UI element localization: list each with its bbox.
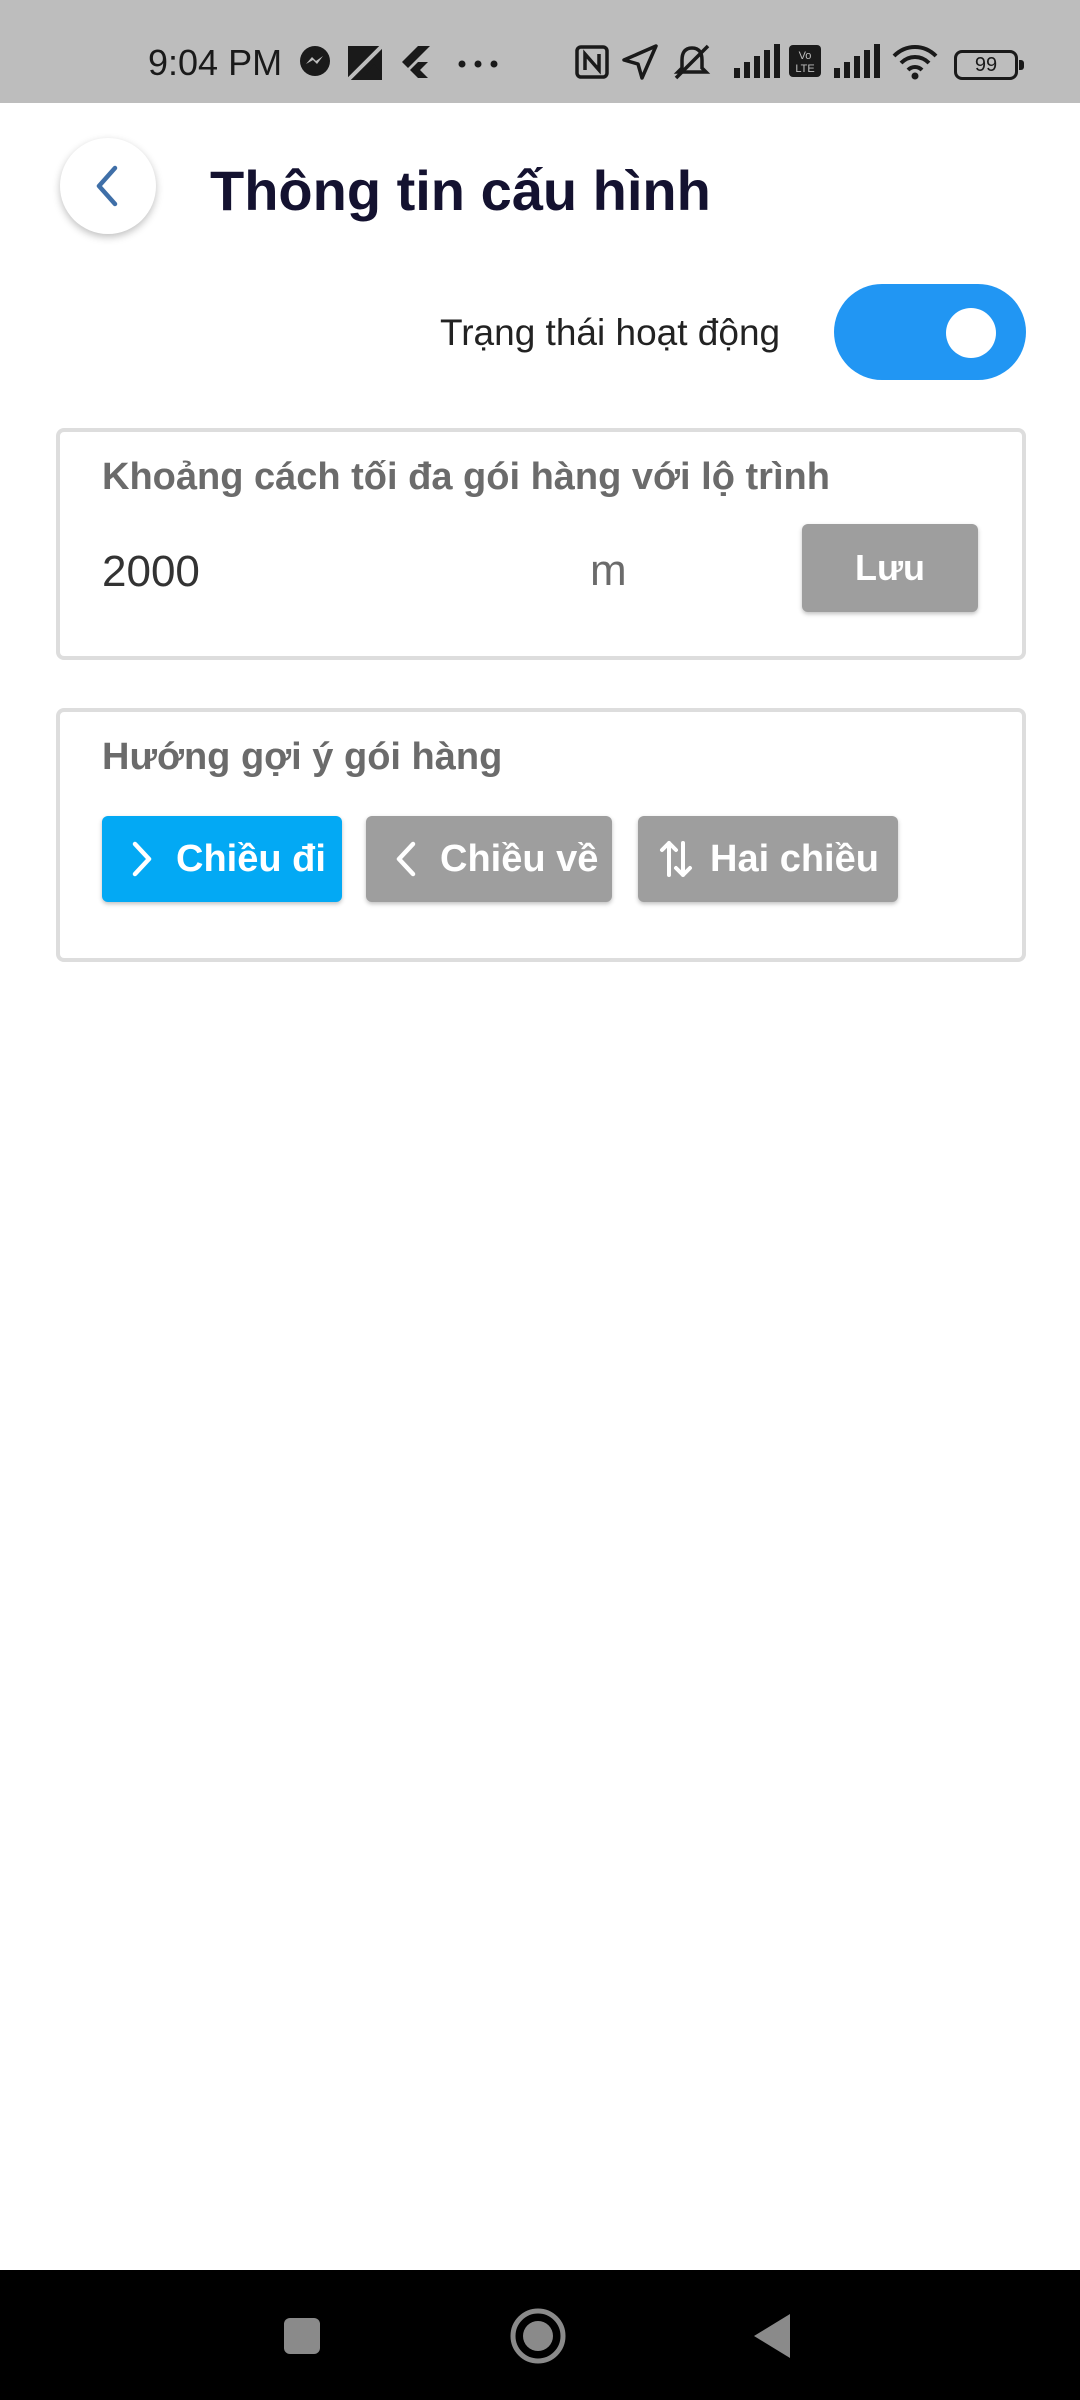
direction-return-button[interactable]: Chiều về [366,816,612,902]
wifi-icon [892,45,938,80]
image-icon [346,44,384,82]
flutter-icon [402,46,430,78]
distance-card: Khoảng cách tối đa gói hàng với lộ trình… [56,428,1026,660]
chevron-left-icon [386,840,426,878]
active-status-toggle[interactable] [834,284,1026,380]
direction-forward-button[interactable]: Chiều đi [102,816,342,902]
battery-icon: 99 [954,50,1024,80]
messenger-icon [300,46,330,76]
direction-both-label: Hai chiều [710,837,879,880]
svg-text:Vo: Vo [799,50,812,62]
chevron-right-icon [122,840,162,878]
location-icon [622,44,658,80]
direction-both-button[interactable]: Hai chiều [638,816,898,902]
direction-card: Hướng gợi ý gói hàng Chiều đi Chiều về H… [56,708,1026,962]
svg-text:LTE: LTE [795,63,814,75]
toggle-knob [946,308,996,358]
home-circle-icon[interactable] [508,2306,568,2366]
volte-icon: VoLTE [789,45,821,77]
back-button[interactable] [60,138,156,234]
chevron-left-icon [96,165,118,207]
distance-input[interactable] [102,542,522,602]
status-bar: 9:04 PM Vo LTE 99 [0,0,1080,103]
direction-return-label: Chiều về [440,837,599,880]
active-status-label: Trạng thái hoạt động [440,312,781,353]
direction-forward-label: Chiều đi [176,837,326,880]
status-time: 9:04 PM [148,42,283,83]
more-dots-icon [458,60,498,68]
recents-square-icon[interactable] [280,2306,324,2366]
back-triangle-icon[interactable] [750,2306,794,2366]
mute-icon [673,44,711,80]
signal-icon-2 [834,44,880,78]
nfc-icon [575,45,609,79]
system-nav-bar [0,2270,1080,2400]
page-title: Thông tin cấu hình [210,159,711,222]
direction-label: Hướng gợi ý gói hàng [102,736,503,778]
save-button[interactable]: Lưu [802,524,978,612]
distance-label: Khoảng cách tối đa gói hàng với lộ trình [102,456,830,498]
swap-vertical-icon [656,839,696,879]
unit-label: m [590,546,627,595]
signal-icon [734,44,780,78]
